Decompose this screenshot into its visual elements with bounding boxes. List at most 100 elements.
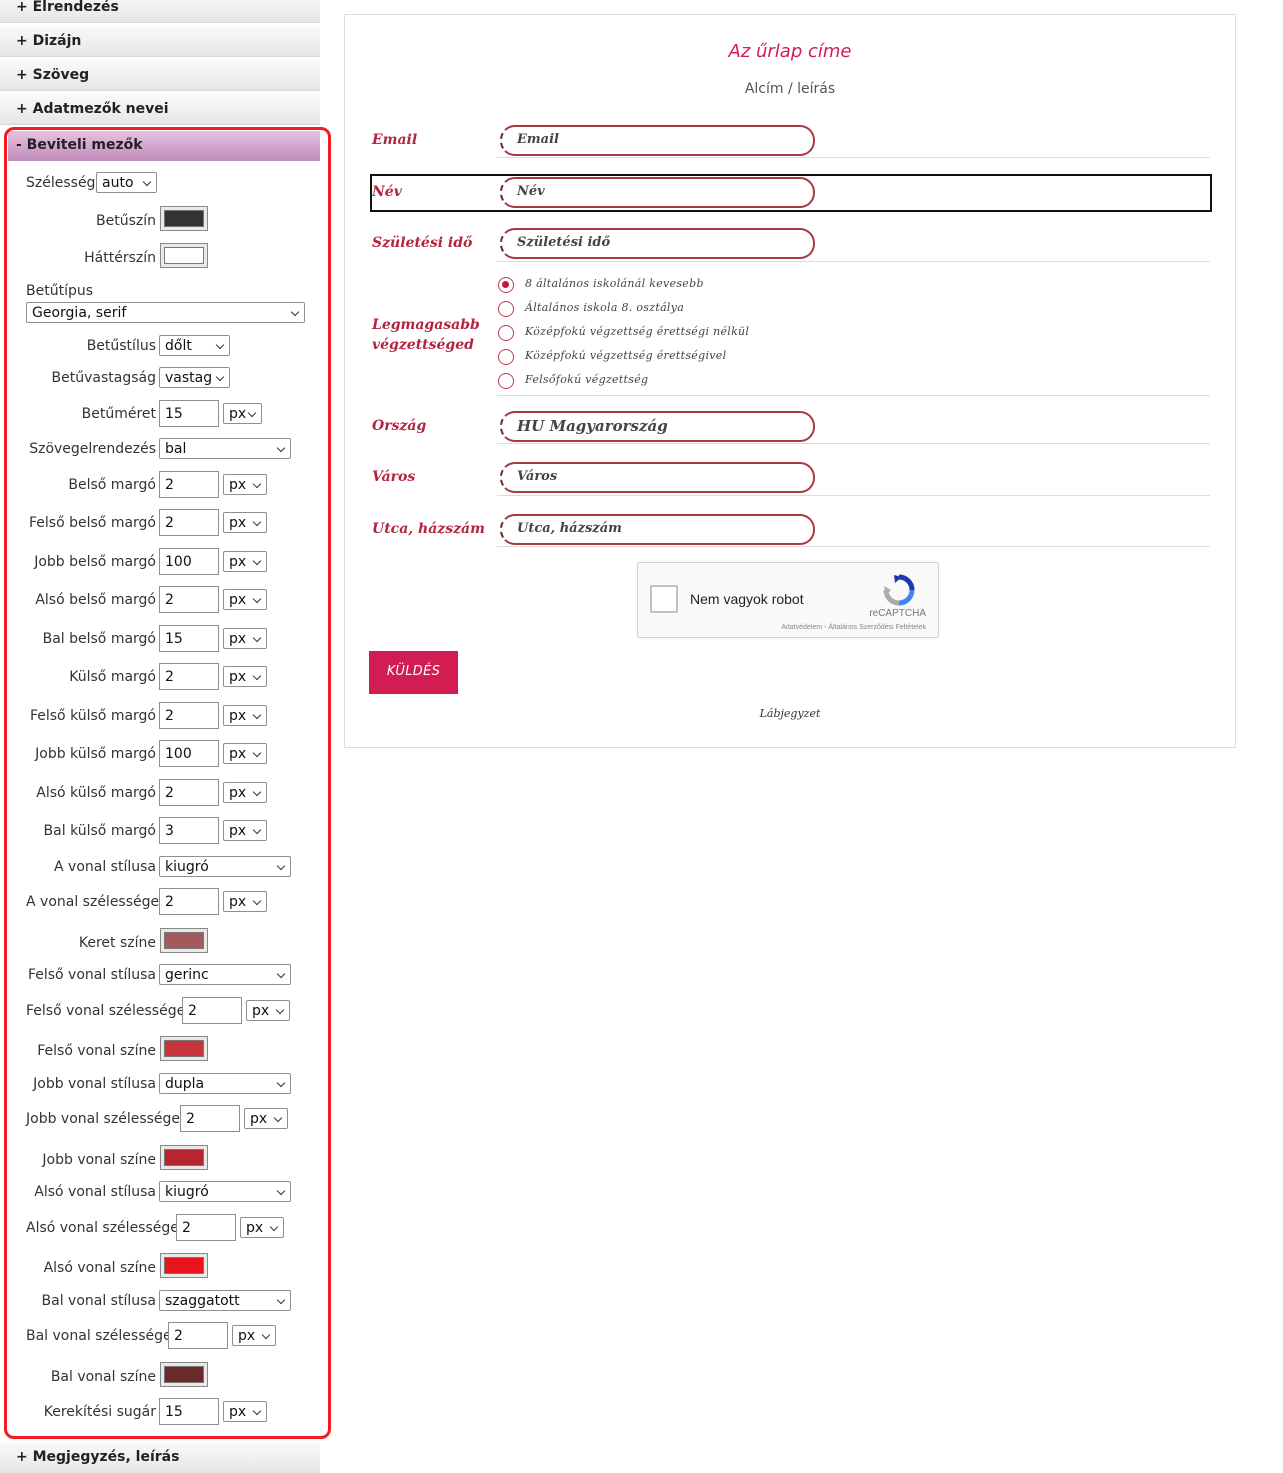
bal-vonal-szine-swatch[interactable]: [160, 1362, 208, 1387]
form-subtitle: Alcím / leírás: [744, 81, 836, 97]
jobb-belso-margo-unit-select[interactable]: px: [223, 551, 267, 572]
radio-button[interactable]: [498, 349, 514, 365]
keret-szine-swatch[interactable]: [160, 928, 208, 953]
section-dizajn[interactable]: + Dizájn: [0, 26, 320, 57]
section-beviteli-mezok[interactable]: - Beviteli mezők: [8, 131, 320, 161]
education-option-label: Felsőfokú végzettség: [525, 373, 649, 386]
betuvastagsag-select[interactable]: vastag: [159, 367, 230, 388]
email-label: Email: [372, 132, 418, 148]
radio-button[interactable]: [498, 277, 514, 293]
also-vonal-szelessege-unit-select[interactable]: px: [240, 1217, 284, 1238]
education-option-label: Általános iskola 8. osztálya: [525, 301, 685, 314]
submit-button[interactable]: KÜLDÉS: [369, 651, 458, 694]
betumeret-unit-select[interactable]: px: [223, 403, 262, 424]
jobb-vonal-szelessege-unit-select[interactable]: px: [244, 1108, 288, 1129]
kerekitesi-sugar-unit-select[interactable]: px: [223, 1401, 267, 1422]
szelesseg-select[interactable]: auto: [96, 172, 157, 193]
kulso-margo-input[interactable]: 2: [159, 663, 219, 690]
betutipus-select[interactable]: Georgia, serif: [26, 302, 305, 323]
section-megjegyzes[interactable]: + Megjegyzés, leírás: [0, 1442, 320, 1473]
also-kulso-margo-input[interactable]: 2: [159, 779, 219, 806]
education-option-label: 8 általános iskolánál kevesebb: [525, 277, 704, 290]
betuszin-label: Betűszín: [96, 213, 156, 229]
belso-margo-input[interactable]: 2: [159, 471, 219, 498]
bal-belso-margo-label: Bal belső margó: [42, 631, 156, 647]
bal-kulso-margo-input[interactable]: 3: [159, 817, 219, 844]
jobb-vonal-szine-swatch[interactable]: [160, 1145, 208, 1170]
utca-input[interactable]: Utca, házszám: [500, 514, 815, 545]
form-footnote: Lábjegyzet: [759, 707, 821, 720]
row-divider: [497, 157, 1210, 158]
betuszin-swatch[interactable]: [160, 206, 208, 231]
vonal-szelessege-label: A vonal szélessége: [26, 894, 160, 910]
also-kulso-margo-unit-select[interactable]: px: [223, 782, 267, 803]
also-vonal-stilusa-select[interactable]: kiugró: [159, 1181, 291, 1202]
szelesseg-label: Szélesség: [26, 175, 96, 191]
also-belso-margo-label: Alsó belső margó: [35, 592, 156, 608]
section-elrendezes[interactable]: + Elrendezés: [0, 0, 320, 23]
felso-kulso-margo-unit-select[interactable]: px: [223, 705, 267, 726]
felso-vonal-szine-swatch[interactable]: [160, 1036, 208, 1061]
felso-kulso-margo-label: Felső külső margó: [29, 708, 156, 724]
szuletesi-ido-input[interactable]: Születési idő: [500, 228, 815, 259]
utca-label: Utca, házszám: [372, 521, 485, 537]
also-kulso-margo-label: Alsó külső margó: [36, 785, 156, 801]
recaptcha-links[interactable]: Adatvédelem - Általános Szerződési Felté…: [638, 624, 926, 631]
nev-input[interactable]: Név: [500, 177, 815, 208]
felso-belso-margo-input[interactable]: 2: [159, 509, 219, 536]
bal-vonal-stilusa-label: Bal vonal stílusa: [41, 1293, 156, 1309]
belso-margo-unit-select[interactable]: px: [223, 474, 267, 495]
felso-vonal-stilusa-select[interactable]: gerinc: [159, 964, 291, 985]
also-belso-margo-input[interactable]: 2: [159, 586, 219, 613]
vonal-szelessege-input[interactable]: 2: [159, 888, 219, 915]
radio-button[interactable]: [498, 373, 514, 389]
szovegelrendezes-select[interactable]: bal: [159, 438, 291, 459]
felso-vonal-szelessege-input[interactable]: 2: [182, 997, 242, 1024]
orszag-select[interactable]: HU Magyarország: [500, 411, 815, 442]
jobb-belso-margo-label: Jobb belső margó: [34, 554, 156, 570]
also-vonal-stilusa-label: Alsó vonal stílusa: [34, 1184, 156, 1200]
orszag-label: Ország: [372, 418, 427, 434]
recaptcha-logo-icon: [883, 574, 915, 606]
kerekitesi-sugar-input[interactable]: 15: [159, 1398, 219, 1425]
felso-vonal-szelessege-unit-select[interactable]: px: [246, 1000, 290, 1021]
bal-vonal-stilusa-select[interactable]: szaggatott: [159, 1290, 291, 1311]
hatterszin-swatch[interactable]: [160, 243, 208, 268]
felso-belso-margo-unit-select[interactable]: px: [223, 512, 267, 533]
jobb-kulso-margo-input[interactable]: 100: [159, 740, 219, 767]
jobb-vonal-stilusa-select[interactable]: dupla: [159, 1073, 291, 1094]
felso-kulso-margo-input[interactable]: 2: [159, 702, 219, 729]
jobb-belso-margo-input[interactable]: 100: [159, 548, 219, 575]
jobb-vonal-stilusa-label: Jobb vonal stílusa: [33, 1076, 156, 1092]
jobb-kulso-margo-unit-select[interactable]: px: [223, 743, 267, 764]
bal-belso-margo-input[interactable]: 15: [159, 625, 219, 652]
varos-input[interactable]: Város: [500, 462, 815, 493]
also-belso-margo-unit-select[interactable]: px: [223, 589, 267, 610]
szuletesi-ido-label: Születési idő: [372, 235, 473, 251]
recaptcha-widget: Nem vagyok robot reCAPTCHA Adatvédelem -…: [637, 562, 939, 638]
radio-button[interactable]: [498, 325, 514, 341]
betustilus-select[interactable]: dőlt: [159, 335, 230, 356]
section-adatmezok-nevei[interactable]: + Adatmezők nevei: [0, 94, 320, 125]
betumeret-input[interactable]: 15: [159, 400, 219, 427]
also-vonal-szine-swatch[interactable]: [160, 1253, 208, 1278]
also-vonal-szelessege-label: Alsó vonal szélessége: [26, 1220, 179, 1236]
also-vonal-szelessege-input[interactable]: 2: [176, 1214, 236, 1241]
betustilus-label: Betűstílus: [86, 338, 156, 354]
radio-button[interactable]: [498, 301, 514, 317]
settings-sidebar: + Elrendezés + Dizájn + Szöveg + Adatmez…: [0, 0, 331, 1473]
bal-kulso-margo-unit-select[interactable]: px: [223, 820, 267, 841]
bal-vonal-szelessege-input[interactable]: 2: [168, 1322, 228, 1349]
felso-vonal-szine-label: Felső vonal színe: [37, 1043, 156, 1059]
jobb-vonal-szine-label: Jobb vonal színe: [42, 1152, 156, 1168]
vonal-szelessege-unit-select[interactable]: px: [223, 891, 267, 912]
bal-belso-margo-unit-select[interactable]: px: [223, 628, 267, 649]
betuvastagsag-label: Betűvastagság: [51, 370, 156, 386]
kulso-margo-unit-select[interactable]: px: [223, 666, 267, 687]
row-divider: [497, 261, 1210, 262]
email-input[interactable]: Email: [500, 125, 815, 156]
section-szoveg[interactable]: + Szöveg: [0, 60, 320, 91]
jobb-vonal-szelessege-input[interactable]: 2: [180, 1105, 240, 1132]
bal-vonal-szelessege-unit-select[interactable]: px: [232, 1325, 276, 1346]
vonal-stilusa-select[interactable]: kiugró: [159, 856, 291, 877]
